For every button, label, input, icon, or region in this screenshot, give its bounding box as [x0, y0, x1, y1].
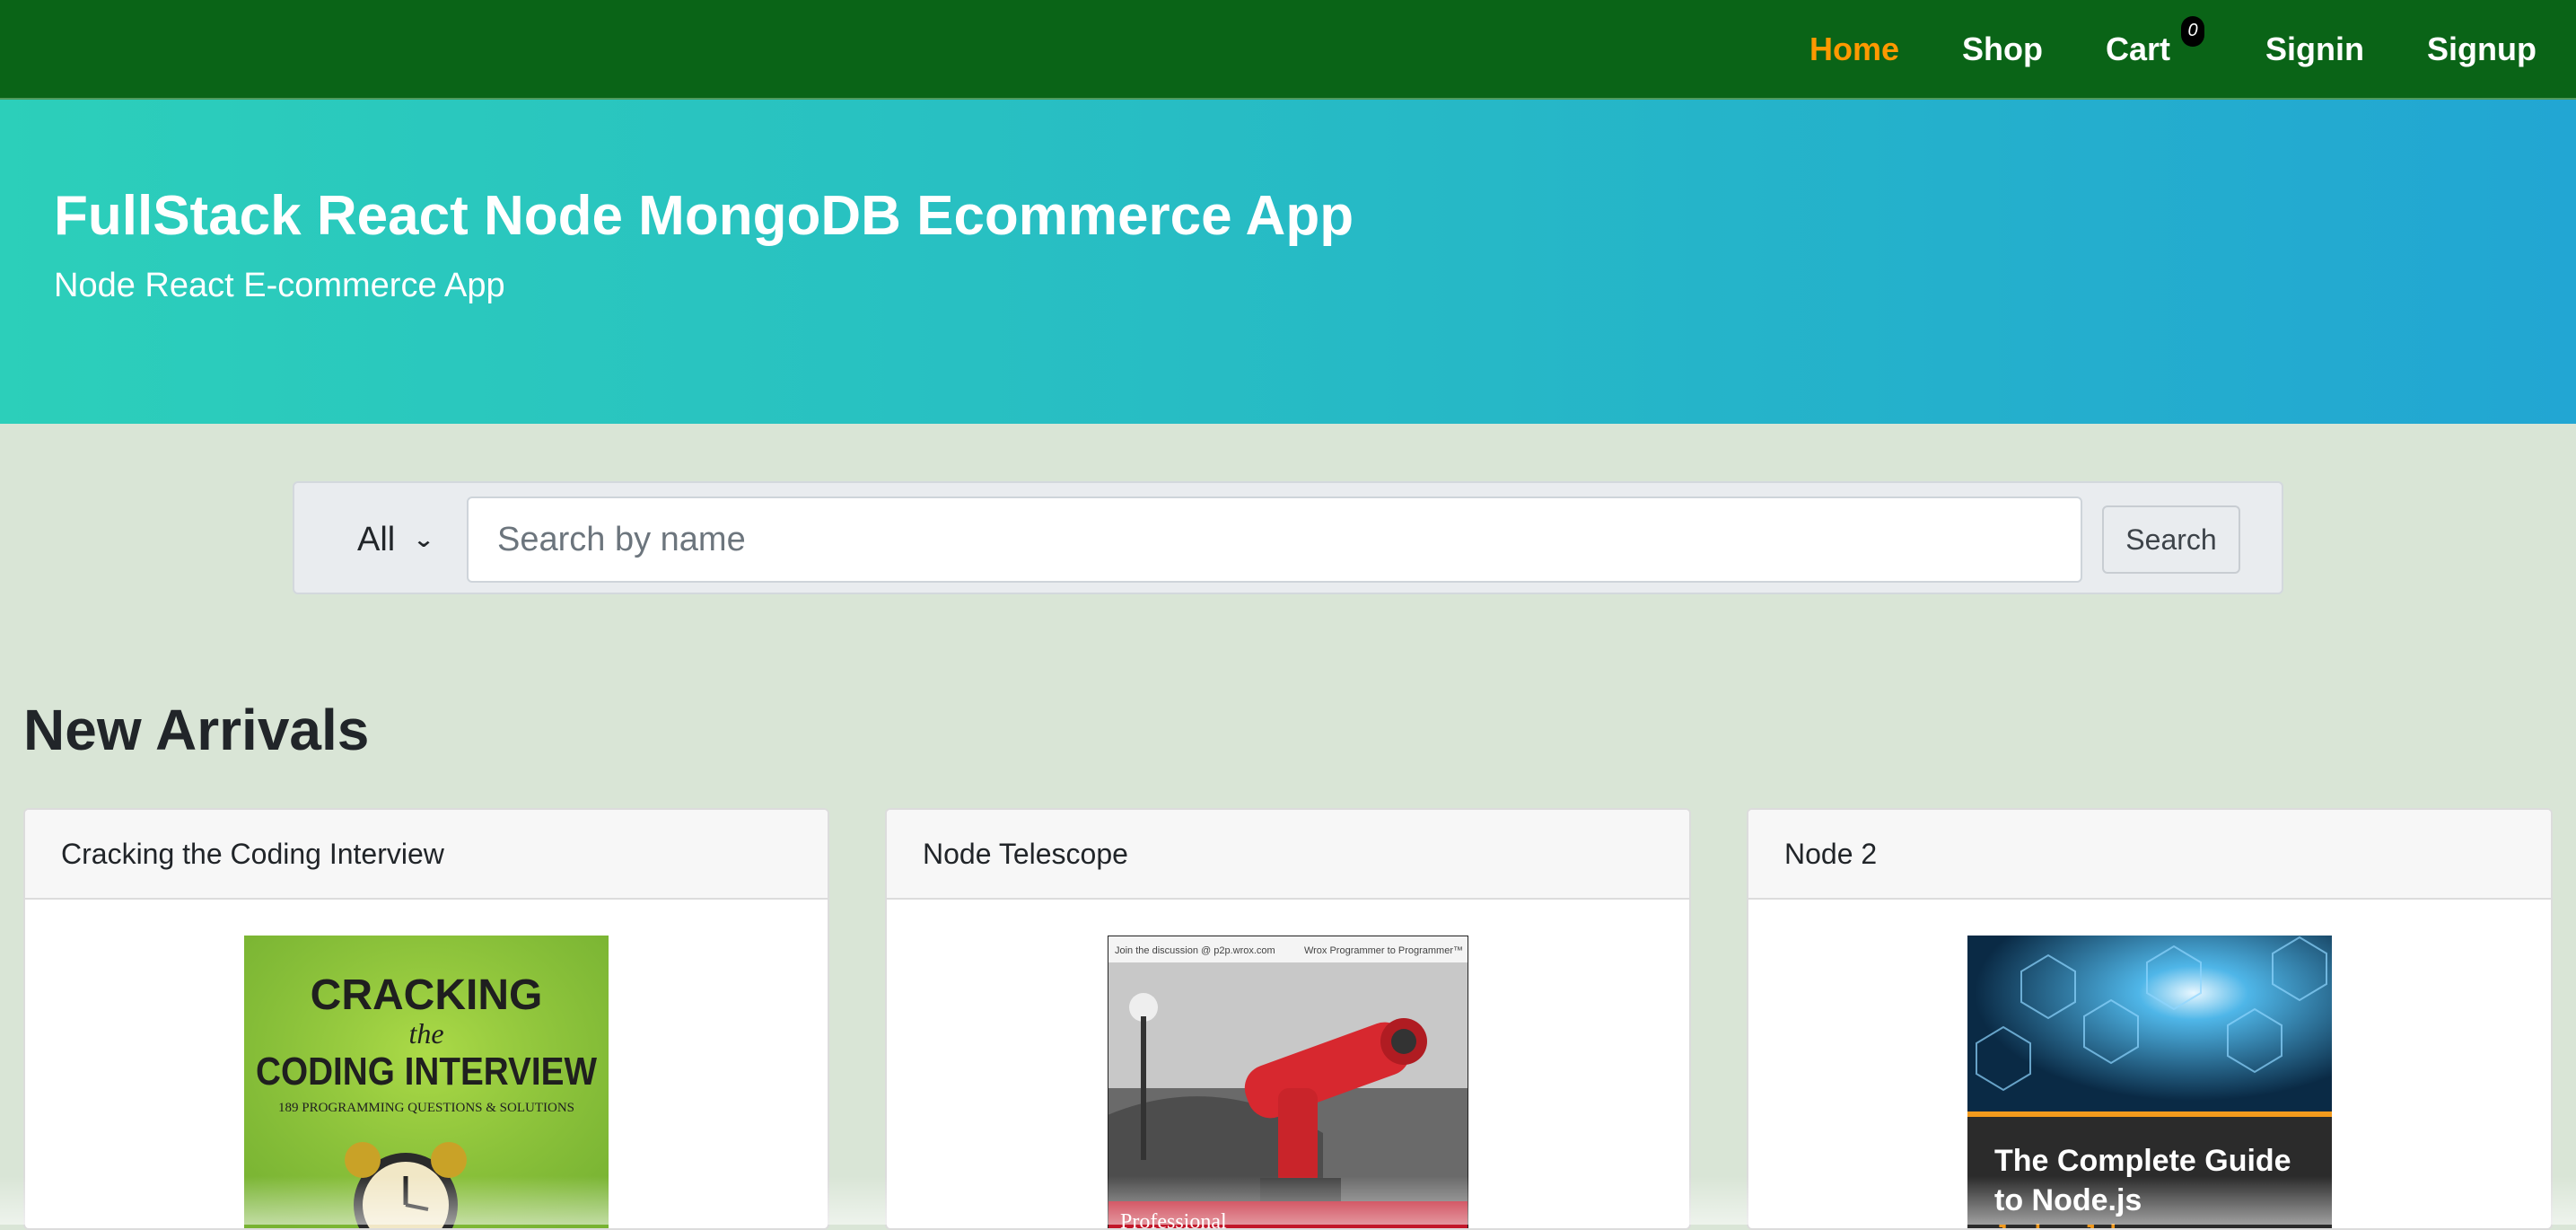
cover-text: Professional	[1120, 1210, 1227, 1230]
nav-links: Home Shop Cart 0 Signin Signup	[1747, 0, 2537, 98]
cover-text: The Complete Guide	[1994, 1144, 2291, 1178]
nav-cart-link[interactable]: Cart 0	[2106, 31, 2170, 68]
product-card: Cracking the Coding Interview CRACKING t…	[23, 808, 829, 1230]
top-navbar: Home Shop Cart 0 Signin Signup	[0, 0, 2576, 100]
product-image-cracking: CRACKING the CODING INTERVIEW 189 PROGRA…	[244, 936, 609, 1230]
nav-shop-link[interactable]: Shop	[1962, 31, 2043, 68]
product-card-title[interactable]: Node Telescope	[887, 810, 1689, 900]
new-arrivals-heading: New Arrivals	[23, 697, 369, 763]
hero-banner: FullStack React Node MongoDB Ecommerce A…	[0, 100, 2576, 424]
cover-text: 189 PROGRAMMING QUESTIONS & SOLUTIONS	[278, 1101, 574, 1115]
product-card-title[interactable]: Cracking the Coding Interview	[25, 810, 828, 900]
nav-home-link[interactable]: Home	[1809, 31, 1899, 68]
nav-cart-label: Cart	[2106, 31, 2170, 67]
chevron-down-icon: ⌄	[413, 527, 434, 553]
product-card-title[interactable]: Node 2	[1748, 810, 2551, 900]
hero-title: FullStack React Node MongoDB Ecommerce A…	[54, 184, 1354, 248]
search-input[interactable]	[467, 496, 2082, 583]
hero-subtitle: Node React E-commerce App	[54, 267, 505, 305]
product-card: Node 2 The Complete Guide to Node	[1747, 808, 2553, 1230]
search-button[interactable]: Search	[2102, 505, 2240, 574]
cover-text: Join the discussion @ p2p.wrox.com	[1115, 945, 1275, 956]
cover-text: CODING INTERVIEW	[256, 1050, 597, 1094]
nav-signup-link[interactable]: Signup	[2427, 31, 2537, 68]
cover-text: to Node.js	[1994, 1183, 2142, 1217]
cover-text: Wrox Programmer to Programmer™	[1304, 945, 1463, 956]
alarm-clock-icon	[345, 1142, 467, 1230]
category-select[interactable]: All ⌄	[339, 497, 465, 582]
product-card: Node Telescope Join the discussion @ p2p…	[885, 808, 1691, 1230]
category-select-value: All	[357, 521, 395, 559]
cover-text: CRACKING	[311, 971, 543, 1019]
product-image-node2: The Complete Guide to Node.js Joshua Joh…	[1967, 936, 2332, 1230]
cover-text: the	[408, 1017, 443, 1050]
cover-text: Joshua Johanan	[1994, 1219, 2178, 1230]
product-image-telescope: Join the discussion @ p2p.wrox.com Wrox …	[1108, 936, 1468, 1230]
search-bar: All ⌄ Search	[293, 481, 2283, 594]
nav-signin-link[interactable]: Signin	[2265, 31, 2364, 68]
cart-count-badge: 0	[2181, 16, 2204, 47]
